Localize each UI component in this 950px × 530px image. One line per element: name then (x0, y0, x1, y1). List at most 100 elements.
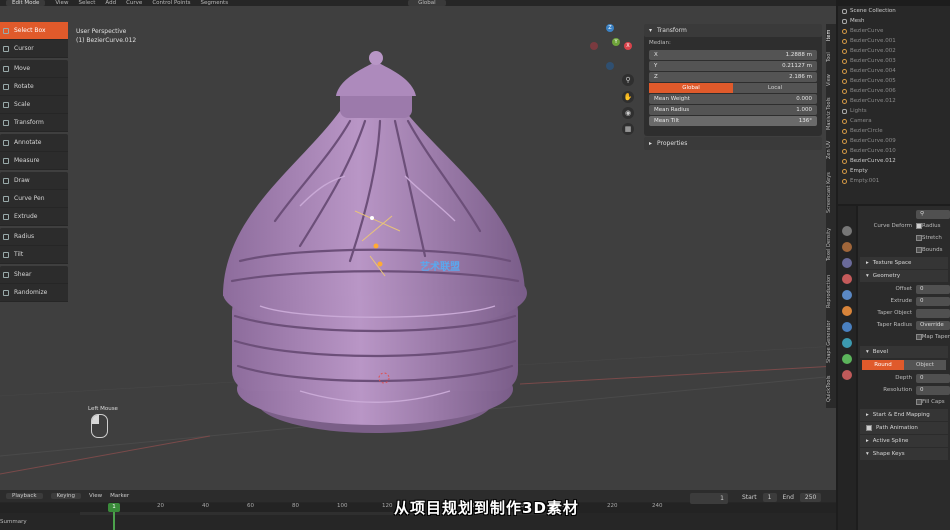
tab-shape-generator[interactable]: Shape Generator (826, 316, 836, 368)
tool-radius[interactable]: Radius (0, 228, 68, 246)
tool-tab-icon[interactable] (842, 226, 852, 236)
tool-shear[interactable]: Shear (0, 266, 68, 284)
tab-quicktools[interactable]: QuickTools (826, 372, 836, 406)
data-tab-icon[interactable] (842, 354, 852, 364)
current-frame-indicator[interactable]: 1 (108, 503, 120, 512)
depth-field[interactable]: 0 (916, 373, 950, 383)
gizmo-neg-z[interactable] (606, 62, 614, 70)
local-button[interactable]: Local (733, 83, 817, 93)
playhead[interactable] (113, 512, 115, 530)
gizmo-neg-x[interactable] (590, 42, 598, 50)
view-menu[interactable]: View (89, 493, 102, 499)
outliner-item[interactable]: BezierCurve.003 (838, 56, 950, 66)
y-field[interactable]: Y 0.21127 m (649, 61, 817, 71)
grid-view-icon[interactable]: ▦ (622, 123, 634, 135)
outliner-item[interactable]: Empty (838, 166, 950, 176)
start-end-mapping-section[interactable]: ▸ Start & End Mapping (860, 409, 948, 421)
outliner-item[interactable]: Camera (838, 116, 950, 126)
outliner-item[interactable]: Empty.001 (838, 176, 950, 186)
outliner-item[interactable]: BezierCurve.012 (838, 96, 950, 106)
tool-tilt[interactable]: Tilt (0, 246, 68, 264)
tab-reproduction[interactable]: Reproduction (826, 270, 836, 312)
output-tab-icon[interactable] (842, 258, 852, 268)
keying-menu[interactable]: Keying (50, 493, 82, 499)
tab-item[interactable]: Item (826, 26, 836, 44)
world-tab-icon[interactable] (842, 290, 852, 300)
tool-cursor[interactable]: Cursor (0, 40, 68, 58)
tool-annotate[interactable]: Annotate (0, 134, 68, 152)
outliner-item[interactable]: BezierCurve.006 (838, 86, 950, 96)
texture-space-section[interactable]: ▸ Texture Space (860, 257, 948, 269)
marker-menu[interactable]: Marker (110, 493, 129, 499)
active-spline-section[interactable]: ▸ Active Spline (860, 435, 948, 447)
navigation-gizmo[interactable]: Z X Y (588, 24, 636, 72)
material-tab-icon[interactable] (842, 370, 852, 380)
camera-icon[interactable]: ◉ (622, 107, 634, 119)
outliner-item-active[interactable]: BezierCurve.012 (838, 156, 950, 166)
mean-tilt-field[interactable]: Mean Tilt 136° (649, 116, 817, 126)
path-animation-checkbox[interactable] (866, 425, 872, 431)
tool-curve-pen[interactable]: Curve Pen (0, 190, 68, 208)
outliner-item[interactable]: BezierCurve.004 (838, 66, 950, 76)
tool-move[interactable]: Move (0, 60, 68, 78)
tool-select-box[interactable]: Select Box (0, 22, 68, 40)
render-tab-icon[interactable] (842, 242, 852, 252)
tool-transform[interactable]: Transform (0, 114, 68, 132)
end-field[interactable]: 250 (799, 493, 822, 502)
mean-weight-field[interactable]: Mean Weight 0.000 (649, 94, 817, 104)
zoom-icon[interactable]: ⚲ (622, 74, 634, 86)
scene-tab-icon[interactable] (842, 274, 852, 284)
tab-screencast-keys[interactable]: Screencast Keys (826, 167, 836, 219)
tab-tool[interactable]: Tool (826, 48, 836, 66)
taper-radius-select[interactable]: Override (916, 320, 950, 330)
outliner-item[interactable]: Lights (838, 106, 950, 116)
playback-menu[interactable]: Playback (6, 493, 43, 499)
bevel-section[interactable]: ▾ Bevel (860, 346, 948, 358)
transform-header[interactable]: ▾ Transform (644, 24, 822, 37)
resolution-field[interactable]: 0 (916, 385, 950, 395)
gizmo-y[interactable]: Y (612, 38, 620, 46)
extrude-field[interactable]: 0 (916, 296, 950, 306)
constraint-tab-icon[interactable] (842, 338, 852, 348)
outliner-item[interactable]: BezierCircle (838, 126, 950, 136)
tool-randomize[interactable]: Randomize (0, 284, 68, 302)
tab-zen-uv[interactable]: Zen UV (826, 137, 836, 163)
search-field[interactable]: ⚲ (916, 209, 950, 219)
tool-draw[interactable]: Draw (0, 172, 68, 190)
current-frame-field[interactable]: 1 (690, 493, 728, 504)
outliner-item[interactable]: BezierCurve.010 (838, 146, 950, 156)
mean-radius-field[interactable]: Mean Radius 1.000 (649, 105, 817, 115)
shape-keys-section[interactable]: ▾ Shape Keys (860, 448, 948, 460)
properties-header[interactable]: ▸ Properties (644, 137, 822, 150)
tab-view[interactable]: View (826, 70, 836, 90)
collection-mesh[interactable]: Mesh (838, 16, 950, 26)
z-field[interactable]: Z 2.186 m (649, 72, 817, 82)
outliner-item[interactable]: BezierCurve (838, 26, 950, 36)
path-animation-section[interactable]: Path Animation (860, 422, 948, 434)
tool-measure[interactable]: Measure (0, 152, 68, 170)
model-finial (369, 51, 383, 65)
tool-extrude[interactable]: Extrude (0, 208, 68, 226)
tool-rotate[interactable]: Rotate (0, 78, 68, 96)
outliner-item[interactable]: BezierCurve.009 (838, 136, 950, 146)
taper-object-field[interactable] (916, 308, 950, 318)
x-field[interactable]: X 1.2888 m (649, 50, 817, 60)
object-tab-icon[interactable] (842, 306, 852, 316)
tab-maxiviz-tools[interactable]: Maxiviz Tools (826, 94, 836, 134)
outliner-item[interactable]: BezierCurve.001 (838, 36, 950, 46)
global-button[interactable]: Global (649, 83, 733, 93)
start-field[interactable]: 1 (762, 493, 777, 502)
geometry-section[interactable]: ▾ Geometry (860, 270, 948, 282)
gizmo-z[interactable]: Z (606, 24, 614, 32)
gizmo-x[interactable]: X (624, 42, 632, 50)
offset-field[interactable]: 0 (916, 284, 950, 294)
tool-scale[interactable]: Scale (0, 96, 68, 114)
pan-hand-icon[interactable]: ✋ (622, 91, 634, 103)
outliner-item[interactable]: BezierCurve.002 (838, 46, 950, 56)
round-button[interactable]: Round (862, 360, 904, 370)
tab-texel-density[interactable]: Texel Density (826, 222, 836, 266)
object-button[interactable]: Object (904, 360, 946, 370)
scene-collection[interactable]: Scene Collection (838, 6, 950, 16)
outliner-item[interactable]: BezierCurve.005 (838, 76, 950, 86)
modifier-tab-icon[interactable] (842, 322, 852, 332)
